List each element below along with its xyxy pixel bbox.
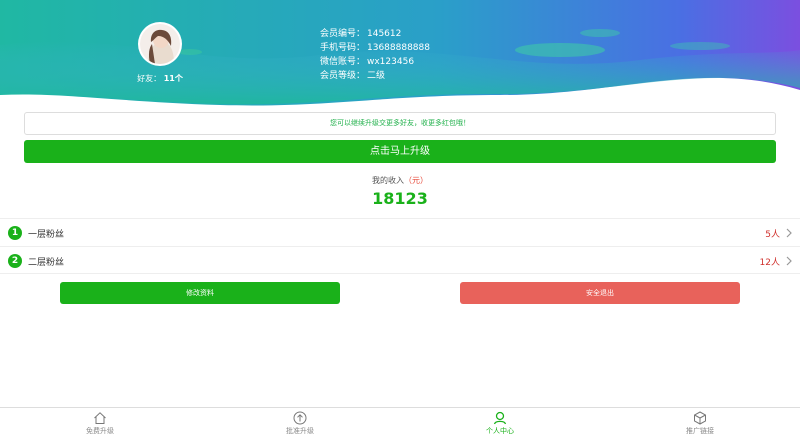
fans-list: 1 一层粉丝 5人 2 二层粉丝 12人 bbox=[0, 218, 800, 274]
member-id-row: 会员编号： 145612 bbox=[320, 27, 430, 41]
tab-approve-upgrade[interactable]: 批准升级 bbox=[200, 408, 400, 437]
friends-count: 好友： 11个 bbox=[137, 74, 183, 83]
tab-personal-center[interactable]: 个人中心 bbox=[400, 408, 600, 437]
profile-page: 好友： 11个 会员编号： 145612 手机号码： 13688888888 微信账… bbox=[0, 0, 800, 437]
number-badge: 1 bbox=[8, 226, 22, 240]
user-icon bbox=[493, 411, 507, 425]
wechat-value: wx123456 bbox=[367, 57, 415, 67]
wechat-row: 微信账号： wx123456 bbox=[320, 55, 430, 69]
member-id-value: 145612 bbox=[367, 29, 402, 39]
fans-level-1-item[interactable]: 1 一层粉丝 5人 bbox=[0, 218, 800, 246]
avatar[interactable] bbox=[138, 22, 182, 66]
member-id-label: 会员编号： bbox=[320, 29, 366, 39]
wechat-label: 微信账号： bbox=[320, 57, 366, 67]
tab-label: 免费升级 bbox=[86, 427, 114, 435]
bottom-tab-bar: 免费升级 批准升级 个人中心 推广链接 bbox=[0, 407, 800, 437]
tab-label: 批准升级 bbox=[286, 427, 314, 435]
income-value: 18123 bbox=[372, 189, 428, 208]
cube-icon bbox=[694, 411, 706, 425]
tab-free-upgrade[interactable]: 免费升级 bbox=[0, 408, 200, 437]
tab-label: 推广链接 bbox=[686, 427, 714, 435]
tab-label: 个人中心 bbox=[486, 427, 514, 435]
phone-label: 手机号码： bbox=[320, 43, 366, 53]
profile-header: 好友： 11个 会员编号： 145612 手机号码： 13688888888 微信账… bbox=[0, 0, 800, 112]
fans-level-2-item[interactable]: 2 二层粉丝 12人 bbox=[0, 246, 800, 274]
friends-value: 11个 bbox=[163, 74, 183, 83]
upgrade-notice: 您可以继续升级交更多好友，收更多红包哦！ bbox=[24, 112, 776, 135]
fans-level-label: 二层粉丝 bbox=[28, 258, 65, 268]
fans-level-label: 一层粉丝 bbox=[28, 230, 65, 240]
income-label: 我的收入（元） bbox=[0, 175, 800, 186]
fans-count: 5人 bbox=[765, 230, 780, 240]
level-value: 二级 bbox=[367, 71, 386, 81]
level-row: 会员等级： 二级 bbox=[320, 69, 430, 83]
phone-value: 13688888888 bbox=[367, 43, 430, 53]
upgrade-button[interactable]: 点击马上升级 bbox=[24, 140, 776, 163]
phone-row: 手机号码： 13688888888 bbox=[320, 41, 430, 55]
avatar-image bbox=[140, 24, 180, 64]
level-label: 会员等级： bbox=[320, 71, 366, 81]
member-info: 会员编号： 145612 手机号码： 13688888888 微信账号： wx1234… bbox=[320, 27, 430, 83]
fans-count: 12人 bbox=[759, 258, 780, 268]
edit-profile-button[interactable]: 修改资料 bbox=[60, 282, 340, 304]
income-unit: （元） bbox=[404, 176, 428, 185]
chevron-right-icon bbox=[786, 256, 792, 266]
logout-button[interactable]: 安全退出 bbox=[460, 282, 740, 304]
friends-label: 好友 bbox=[137, 74, 154, 83]
upload-icon bbox=[293, 411, 307, 425]
home-icon bbox=[94, 412, 106, 424]
chevron-right-icon bbox=[786, 228, 792, 238]
income-label-text: 我的收入 bbox=[372, 176, 404, 185]
number-badge: 2 bbox=[8, 254, 22, 268]
tab-promotion-link[interactable]: 推广链接 bbox=[600, 408, 800, 437]
